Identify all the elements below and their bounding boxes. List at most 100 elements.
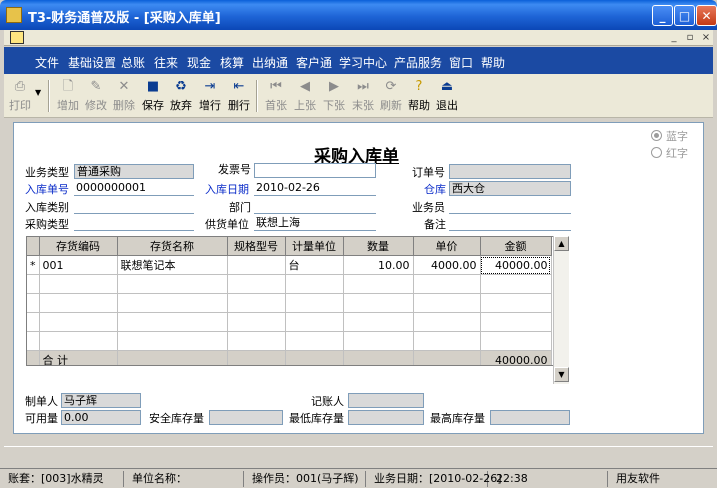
bookkeeper-field [348, 393, 424, 408]
recycle-bin-icon: ♻ [175, 79, 187, 94]
order-no-field[interactable] [449, 164, 571, 179]
salesperson-field[interactable] [449, 199, 571, 214]
supplier-label: 供货单位 [205, 218, 249, 231]
col-header-unit[interactable]: 计量单位 [285, 237, 344, 256]
grid-vertical-scrollbar[interactable]: ▲ ▼ [553, 236, 569, 384]
invoice-no-field[interactable] [254, 163, 376, 178]
col-header-qty[interactable]: 数量 [343, 237, 414, 256]
salesperson-label: 业务员 [412, 201, 445, 214]
menu-products[interactable]: 产品服务 [394, 54, 442, 71]
receipt-date-field[interactable]: 2010-02-26 [254, 181, 376, 196]
menu-cashier[interactable]: 出纳通 [252, 54, 288, 71]
supplier-field[interactable]: 联想上海 [254, 216, 376, 231]
cell-qty[interactable]: 10.00 [343, 255, 414, 275]
close-button[interactable]: ✕ [696, 5, 717, 26]
help-button[interactable]: ? 帮助 [406, 77, 432, 115]
edit-icon: ✎ [90, 79, 102, 94]
cell-spec[interactable] [227, 255, 286, 275]
safety-stock-field [209, 410, 283, 425]
floppy-disk-icon: ■ [146, 79, 160, 94]
minimize-button[interactable]: _ [652, 5, 673, 26]
menu-customer[interactable]: 客户通 [296, 54, 332, 71]
app-icon [6, 7, 22, 23]
maker-label: 制单人 [25, 395, 58, 408]
previous-button[interactable]: ◀ 上张 [292, 77, 318, 115]
scroll-up-icon[interactable]: ▲ [554, 236, 569, 251]
delete-button[interactable]: ✕ 删除 [111, 77, 137, 115]
department-field[interactable] [254, 199, 376, 214]
menu-basic-settings[interactable]: 基础设置 [68, 54, 116, 71]
maximize-button[interactable]: □ [674, 5, 695, 26]
first-button[interactable]: ⏮ 首张 [263, 77, 289, 115]
bookkeeper-label: 记账人 [311, 395, 344, 408]
next-record-icon: ▶ [329, 79, 339, 94]
cell-name[interactable]: 联想笔记本 [117, 255, 228, 275]
col-header-name[interactable]: 存货名称 [117, 237, 228, 256]
department-label: 部门 [229, 201, 251, 214]
radio-unselected-icon [651, 147, 662, 158]
radio-blue[interactable]: 蓝字 [651, 128, 688, 144]
status-time: 22:38 [490, 471, 608, 487]
document-icon[interactable] [10, 31, 24, 44]
status-bar: 账套：[003]水精灵 单位名称： 操作员：001(马子辉) 业务日期：[201… [0, 468, 717, 488]
panel-bar [4, 446, 713, 466]
refresh-button[interactable]: ⟳ 刷新 [378, 77, 404, 115]
invoice-no-label: 发票号 [218, 163, 251, 176]
business-type-field[interactable]: 普通采购 [74, 164, 194, 179]
total-amount: 40000.00 [480, 350, 552, 365]
menu-cash[interactable]: 现金 [187, 54, 211, 71]
receipt-category-field[interactable] [74, 199, 194, 214]
row-marker: * [27, 255, 40, 275]
remark-label: 备注 [424, 218, 446, 231]
col-header-spec[interactable]: 规格型号 [227, 237, 286, 256]
mdi-restore-button[interactable]: ▫ [683, 31, 697, 44]
edit-button[interactable]: ✎ 修改 [83, 77, 109, 115]
item-grid: 存货编码 存货名称 规格型号 计量单位 数量 单价 金额 * 001 联想笔记本… [26, 236, 563, 366]
menu-bar: 文件 基础设置 总账 往来 现金 核算 出纳通 客户通 学习中心 产品服务 窗口… [4, 47, 713, 74]
business-type-label: 业务类型 [25, 166, 69, 179]
radio-red[interactable]: 红字 [651, 145, 688, 161]
last-button[interactable]: ⏭ 末张 [350, 77, 376, 115]
delete-row-button[interactable]: ⇤ 删行 [226, 77, 252, 115]
add-button[interactable]: 🗋 增加 [55, 77, 81, 115]
toolbar-separator [48, 80, 50, 112]
menu-general-ledger[interactable]: 总账 [121, 54, 145, 71]
print-dropdown-icon[interactable]: ▼ [35, 88, 43, 97]
purchase-type-field[interactable] [74, 216, 194, 231]
menu-help[interactable]: 帮助 [481, 54, 505, 71]
min-stock-label: 最低库存量 [289, 412, 344, 425]
receipt-no-field[interactable]: 0000000001 [74, 181, 194, 196]
mdi-minimize-button[interactable]: _ [667, 31, 681, 44]
first-record-icon: ⏮ [270, 79, 282, 94]
grid-header-row: 存货编码 存货名称 规格型号 计量单位 数量 单价 金额 [27, 237, 552, 256]
exit-button[interactable]: ⏏ 退出 [434, 77, 460, 115]
menu-accounts[interactable]: 往来 [154, 54, 178, 71]
menu-accounting[interactable]: 核算 [220, 54, 244, 71]
table-row [27, 331, 552, 351]
print-button[interactable]: ⎙ 打印 [6, 77, 34, 115]
menu-learning[interactable]: 学习中心 [339, 54, 387, 71]
insert-row-icon: ⇥ [204, 79, 216, 94]
menu-window[interactable]: 窗口 [449, 54, 473, 71]
col-header-code[interactable]: 存货编码 [39, 237, 118, 256]
col-header-amount[interactable]: 金额 [480, 237, 552, 256]
cell-price[interactable]: 4000.00 [413, 255, 481, 275]
min-stock-field [348, 410, 424, 425]
warehouse-field[interactable]: 西大仓 [449, 181, 571, 196]
cell-code[interactable]: 001 [39, 255, 118, 275]
col-header-price[interactable]: 单价 [413, 237, 481, 256]
next-button[interactable]: ▶ 下张 [321, 77, 347, 115]
scroll-down-icon[interactable]: ▼ [554, 367, 569, 382]
exit-door-icon: ⏏ [440, 79, 454, 94]
menu-file[interactable]: 文件 [35, 54, 59, 71]
discard-button[interactable]: ♻ 放弃 [168, 77, 194, 115]
cell-amount[interactable]: 40000.00 [480, 255, 552, 275]
mdi-close-button[interactable]: × [699, 31, 713, 44]
save-button[interactable]: ■ 保存 [140, 77, 166, 115]
warehouse-label: 仓库 [424, 183, 446, 196]
cell-unit[interactable]: 台 [285, 255, 344, 275]
maker-field: 马子辉 [61, 393, 141, 408]
toolbar-separator [256, 80, 258, 112]
add-row-button[interactable]: ⇥ 增行 [197, 77, 223, 115]
remark-field[interactable] [449, 216, 571, 231]
